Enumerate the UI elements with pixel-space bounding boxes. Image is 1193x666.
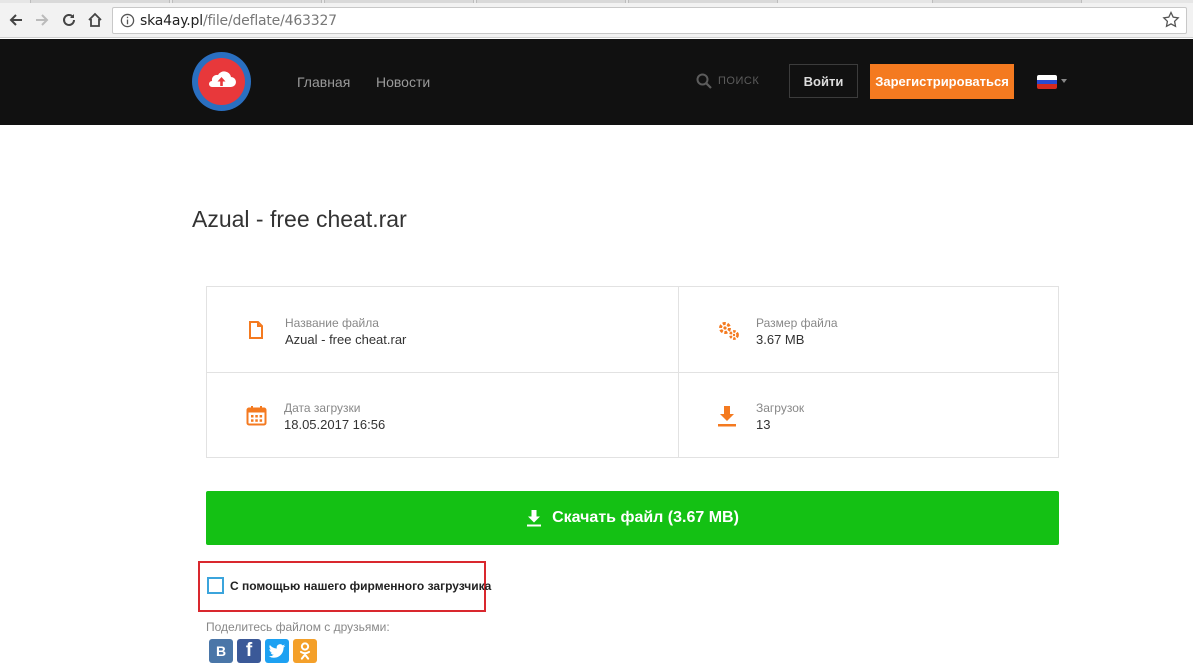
reload-icon	[63, 13, 75, 26]
calendar-icon	[246, 406, 267, 426]
facebook-icon: f	[245, 640, 253, 661]
page-title: Azual - free cheat.rar	[192, 206, 407, 232]
twitter-share-button[interactable]	[265, 639, 289, 663]
loader-option-highlight: С помощью нашего фирменного загрузчика	[198, 561, 491, 612]
share-buttons: В f	[209, 639, 317, 663]
vk-share-button[interactable]: В	[209, 639, 233, 663]
address-bar[interactable]: ska4ay.pl/file/deflate/463327	[112, 7, 1187, 34]
divider	[207, 372, 1058, 373]
twitter-bird-icon	[268, 643, 286, 658]
upload-date-value: 18.05.2017 16:56	[284, 417, 386, 432]
back-arrow-icon	[9, 14, 22, 26]
loader-checkbox[interactable]	[207, 577, 224, 594]
forward-arrow-icon	[36, 14, 49, 26]
register-button[interactable]: Зарегистрироваться	[870, 64, 1014, 99]
download-button[interactable]: Скачать файл (3.67 MB)	[206, 491, 1059, 545]
file-info-panel: Название файла Azual - free cheat.rar Ра…	[206, 286, 1059, 458]
reload-button[interactable]	[58, 9, 80, 31]
url-path: /file/deflate/463327	[202, 13, 337, 29]
file-icon	[249, 321, 263, 339]
url-host: ska4ay.pl	[140, 13, 203, 29]
nav-home-link[interactable]: Главная	[297, 74, 350, 90]
facebook-share-button[interactable]: f	[237, 639, 261, 663]
site-header: Главная Новости ПОИСК Войти Зарегистриро…	[0, 39, 1193, 125]
home-icon	[88, 12, 102, 27]
search-field[interactable]: ПОИСК	[696, 73, 759, 89]
file-size-value: 3.67 MB	[756, 332, 805, 347]
russian-flag-icon[interactable]	[1037, 75, 1057, 89]
browser-toolbar: ska4ay.pl/file/deflate/463327	[0, 3, 1193, 38]
nav-news-link[interactable]: Новости	[376, 74, 430, 90]
upload-date-label: Дата загрузки	[284, 401, 361, 415]
info-icon[interactable]	[120, 13, 135, 28]
download-icon	[527, 510, 542, 527]
search-icon	[696, 73, 712, 89]
forward-button[interactable]	[31, 9, 53, 31]
file-name-value: Azual - free cheat.rar	[285, 332, 407, 347]
site-logo[interactable]	[192, 52, 251, 111]
downloads-label: Загрузок	[756, 401, 805, 415]
cloud-upload-icon	[209, 71, 236, 87]
home-button[interactable]	[84, 9, 106, 31]
share-label: Поделитесь файлом с друзьями:	[206, 620, 390, 634]
bookmark-star-icon[interactable]	[1162, 11, 1180, 29]
back-button[interactable]	[5, 9, 27, 31]
file-size-label: Размер файла	[756, 316, 838, 330]
downloads-value: 13	[756, 417, 771, 432]
odnoklassniki-share-button[interactable]	[293, 639, 317, 663]
login-button[interactable]: Войти	[789, 64, 858, 98]
caret-down-icon[interactable]	[1061, 79, 1067, 83]
file-name-label: Название файла	[285, 316, 379, 330]
odnoklassniki-icon	[299, 642, 311, 660]
loader-checkbox-label[interactable]: С помощью нашего фирменного загрузчика	[230, 579, 491, 593]
gears-icon	[719, 322, 739, 340]
vk-icon: В	[215, 643, 227, 659]
url-text: ska4ay.pl/file/deflate/463327	[140, 13, 337, 29]
download-button-label: Скачать файл (3.67 MB)	[552, 509, 739, 526]
search-placeholder: ПОИСК	[718, 75, 760, 87]
download-arrow-icon	[718, 406, 736, 427]
